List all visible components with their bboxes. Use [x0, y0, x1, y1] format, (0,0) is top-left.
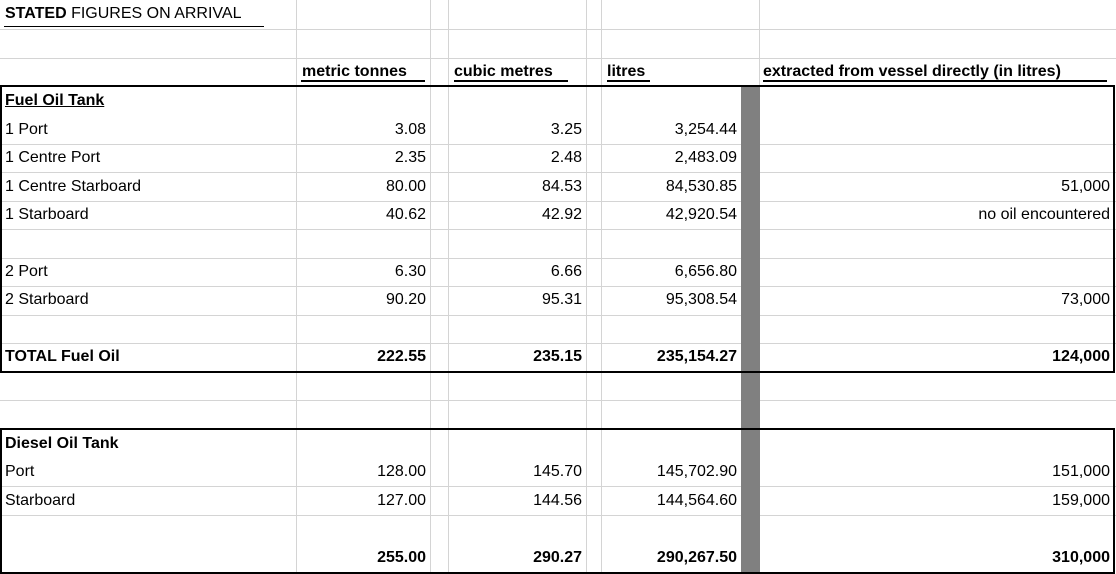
fuel-row-ex[interactable]: 51,000 [760, 173, 1114, 201]
separator-column [741, 86, 760, 574]
diesel-row-l[interactable]: 144,564.60 [601, 487, 741, 515]
diesel-row-ex[interactable]: 151,000 [760, 458, 1114, 486]
title-bold: STATED [5, 5, 67, 22]
gridline [586, 0, 587, 574]
diesel-total-cm[interactable]: 290.27 [448, 544, 586, 572]
fuel-row-l[interactable]: 3,254.44 [601, 116, 741, 144]
fuel-row-l[interactable]: 6,656.80 [601, 258, 741, 286]
fuel-row-l[interactable]: 42,920.54 [601, 201, 741, 229]
header-underline [454, 80, 568, 82]
diesel-row-name[interactable]: Port [0, 458, 296, 486]
diesel-heading[interactable]: Diesel Oil Tank [0, 430, 296, 458]
title-underline [4, 26, 264, 27]
fuel-row-cm[interactable]: 95.31 [448, 286, 586, 314]
title-rest: FIGURES ON ARRIVAL [66, 5, 242, 22]
diesel-row-cm[interactable]: 144.56 [448, 487, 586, 515]
fuel-row-ex[interactable] [760, 258, 1114, 286]
fuel-row-name[interactable]: 1 Centre Port [0, 144, 296, 172]
header-underline [301, 80, 425, 82]
fuel-total-ex[interactable]: 124,000 [760, 343, 1114, 371]
header-underline [607, 80, 650, 82]
fuel-row-mt[interactable]: 40.62 [296, 201, 430, 229]
diesel-row-name[interactable]: Starboard [0, 487, 296, 515]
fuel-row-mt[interactable]: 90.20 [296, 286, 430, 314]
fuel-total-name[interactable]: TOTAL Fuel Oil [0, 343, 296, 371]
fuel-row-l[interactable]: 95,308.54 [601, 286, 741, 314]
fuel-row-name[interactable]: 1 Port [0, 116, 296, 144]
fuel-row-name[interactable]: 1 Centre Starboard [0, 173, 296, 201]
fuel-row-mt[interactable]: 80.00 [296, 173, 430, 201]
gridline [0, 315, 1116, 316]
fuel-total-l[interactable]: 235,154.27 [601, 343, 741, 371]
fuel-row-cm[interactable]: 2.48 [448, 144, 586, 172]
fuel-row-ex[interactable]: 73,000 [760, 286, 1114, 314]
gridline [0, 400, 1116, 401]
diesel-row-cm[interactable]: 145.70 [448, 458, 586, 486]
fuel-row-l[interactable]: 84,530.85 [601, 173, 741, 201]
fuel-row-ex[interactable] [760, 116, 1114, 144]
fuel-row-cm[interactable]: 42.92 [448, 201, 586, 229]
diesel-total-ex[interactable]: 310,000 [760, 544, 1114, 572]
header-underline [763, 80, 1107, 82]
fuel-total-mt[interactable]: 222.55 [296, 343, 430, 371]
fuel-row-name[interactable]: 2 Starboard [0, 286, 296, 314]
gridline [0, 29, 1116, 30]
fuel-row-cm[interactable]: 6.66 [448, 258, 586, 286]
diesel-row-mt[interactable]: 128.00 [296, 458, 430, 486]
fuel-row-ex[interactable]: no oil encountered [760, 201, 1114, 229]
fuel-row-cm[interactable]: 3.25 [448, 116, 586, 144]
fuel-row-mt[interactable]: 6.30 [296, 258, 430, 286]
fuel-total-cm[interactable]: 235.15 [448, 343, 586, 371]
diesel-total-mt[interactable]: 255.00 [296, 544, 430, 572]
fuel-row-ex[interactable] [760, 144, 1114, 172]
fuel-row-cm[interactable]: 84.53 [448, 173, 586, 201]
diesel-row-mt[interactable]: 127.00 [296, 487, 430, 515]
fuel-row-name[interactable]: 1 Starboard [0, 201, 296, 229]
gridline [430, 0, 431, 574]
diesel-row-l[interactable]: 145,702.90 [601, 458, 741, 486]
fuel-row-l[interactable]: 2,483.09 [601, 144, 741, 172]
fuel-row-mt[interactable]: 3.08 [296, 116, 430, 144]
diesel-total-l[interactable]: 290,267.50 [601, 544, 741, 572]
diesel-total-name[interactable] [0, 544, 296, 572]
diesel-row-ex[interactable]: 159,000 [760, 487, 1114, 515]
spreadsheet: STATED FIGURES ON ARRIVAL metric tonnes … [0, 0, 1116, 574]
gridline [0, 515, 1116, 516]
fuel-row-mt[interactable]: 2.35 [296, 144, 430, 172]
gridline [0, 229, 1116, 230]
sheet-title: STATED FIGURES ON ARRIVAL [0, 0, 296, 28]
fuel-heading[interactable]: Fuel Oil Tank [0, 87, 296, 115]
fuel-row-name[interactable]: 2 Port [0, 258, 296, 286]
